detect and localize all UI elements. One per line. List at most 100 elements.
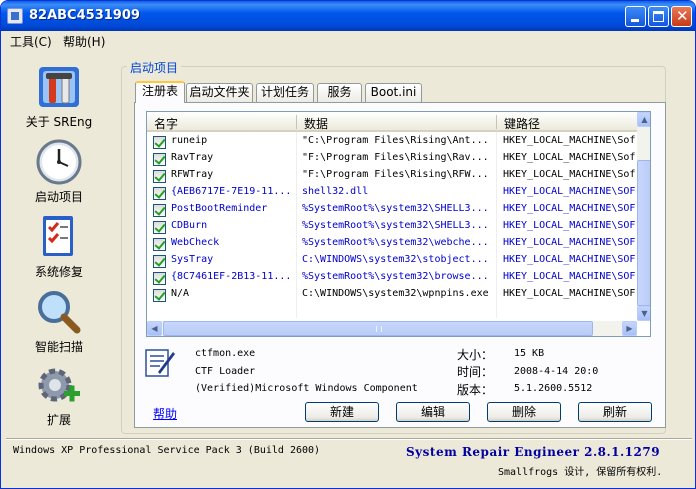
table-row[interactable]: CDBurn %SystemRoot%\system32\SHELL3... HKE… xyxy=(147,219,637,236)
nav-label-scan: 智能扫描 xyxy=(34,340,83,354)
close-button[interactable]: ✕ xyxy=(671,6,692,27)
checklist-icon xyxy=(43,216,73,256)
row-checkbox[interactable] xyxy=(153,204,166,217)
nav-item-about[interactable]: 关于 SREng xyxy=(9,63,109,129)
row-data: %SystemRoot%\system32\browse... xyxy=(302,271,489,282)
table-row[interactable]: {AEB6717E-7E19-11... shell32.dll HKEY_LOCA… xyxy=(147,185,637,202)
detail-version-label: 版本： xyxy=(457,383,494,397)
scroll-up-button[interactable]: ▲ xyxy=(637,112,650,127)
table-row[interactable]: {8C7461EF-2B13-11... %SystemRoot%\system3… xyxy=(147,270,637,287)
row-key-path: HKEY_LOCAL_MACHINE\SOF xyxy=(503,186,636,197)
delete-button[interactable]: 删除 xyxy=(487,402,561,422)
scroll-right-button[interactable]: ▶ xyxy=(622,321,637,336)
column-header-data[interactable]: 数据 xyxy=(304,115,328,132)
row-checkbox[interactable] xyxy=(153,187,166,200)
nav-item-extend[interactable]: 扩展 xyxy=(9,363,109,429)
row-checkbox[interactable] xyxy=(153,136,166,149)
row-name: RFWTray xyxy=(171,169,214,180)
close-icon: ✕ xyxy=(676,7,689,25)
scroll-left-button[interactable]: ◀ xyxy=(147,321,162,336)
ctf-loader-icon xyxy=(145,349,175,377)
row-checkbox[interactable] xyxy=(153,255,166,268)
table-row[interactable]: PostBootReminder %SystemRoot%\system32\SH… xyxy=(147,202,637,219)
nav-label-about: 关于 SREng xyxy=(25,115,93,129)
table-row[interactable]: RFWTray "F:\Program Files\Rising\RFW... HK… xyxy=(147,168,637,185)
row-name: PostBootReminder xyxy=(171,203,268,214)
minimize-icon xyxy=(631,19,639,22)
row-data: C:\WINDOWS\system32\wpnpins.exe xyxy=(302,288,489,299)
registry-list[interactable]: 名字 数据 键路径 runeip "C:\Program Files\Rising… xyxy=(146,111,651,337)
column-header-key[interactable]: 键路径 xyxy=(504,115,540,132)
row-checkbox[interactable] xyxy=(153,289,166,302)
detail-file-name: ctfmon.exe xyxy=(195,348,256,359)
nav-item-repair[interactable]: 系统修复 xyxy=(9,213,109,279)
group-title: 启动项目 xyxy=(127,59,182,76)
row-checkbox[interactable] xyxy=(153,170,166,183)
tab-services[interactable]: 服务 xyxy=(317,83,362,102)
row-checkbox[interactable] xyxy=(153,153,166,166)
gear-plus-icon xyxy=(38,368,80,402)
row-name: {AEB6717E-7E19-11... xyxy=(171,186,292,197)
tab-boot-ini[interactable]: Boot.ini xyxy=(365,83,422,102)
row-key-path: HKEY_LOCAL_MACHINE\Sof xyxy=(503,135,636,146)
tab-startup-folder[interactable]: 启动文件夹 xyxy=(186,83,253,102)
row-data: %SystemRoot%\system32\SHELL3... xyxy=(302,203,489,214)
vertical-scrollbar[interactable]: ▲ ▼ xyxy=(637,112,650,321)
list-header: 名字 数据 键路径 xyxy=(147,112,637,132)
row-data: "F:\Program Files\Rising\Rav... xyxy=(302,152,489,163)
clock-icon xyxy=(36,139,82,185)
app-version: System Repair Engineer 2.8.1.1279 xyxy=(406,445,661,459)
row-data: "F:\Program Files\Rising\RFW... xyxy=(302,169,489,180)
menu-help[interactable]: 帮助(H) xyxy=(63,33,105,50)
nav-label-extend: 扩展 xyxy=(46,413,71,427)
title-bar[interactable]: 82ABC4531909 ✕ xyxy=(1,1,695,31)
table-row[interactable]: runeip "C:\Program Files\Rising\Ant... HKE… xyxy=(147,134,637,151)
row-name: runeip xyxy=(171,135,208,146)
row-data: %SystemRoot%\system32\webche... xyxy=(302,237,489,248)
column-divider[interactable] xyxy=(296,115,297,129)
app-icon xyxy=(7,8,23,24)
row-data: %SystemRoot%\system32\SHELL3... xyxy=(302,220,489,231)
help-link[interactable]: 帮助 xyxy=(153,405,177,422)
window-title: 82ABC4531909 xyxy=(29,8,140,23)
column-divider[interactable] xyxy=(496,115,497,129)
row-key-path: HKEY_LOCAL_MACHINE\Sof xyxy=(503,152,636,163)
row-data: C:\WINDOWS\system32\stobject... xyxy=(302,254,489,265)
table-row[interactable]: N/A C:\WINDOWS\system32\wpnpins.exe HKEY_L… xyxy=(147,287,637,304)
detail-company: (Verified)Microsoft Windows Component xyxy=(195,383,418,394)
row-data: shell32.dll xyxy=(302,186,369,197)
table-row[interactable]: SysTray C:\WINDOWS\system32\stobject... HK… xyxy=(147,253,637,270)
detail-size-label: 大小： xyxy=(457,348,494,362)
detail-description: CTF Loader xyxy=(195,366,256,377)
row-checkbox[interactable] xyxy=(153,272,166,285)
table-row[interactable]: RavTray "F:\Program Files\Rising\Rav... HK… xyxy=(147,151,637,168)
row-key-path: HKEY_LOCAL_MACHINE\SOF xyxy=(503,237,636,248)
column-header-name[interactable]: 名字 xyxy=(154,115,178,132)
maximize-button[interactable] xyxy=(648,6,669,27)
tab-scheduled-tasks[interactable]: 计划任务 xyxy=(256,83,314,102)
nav-item-startup[interactable]: 启动项目 xyxy=(9,138,109,204)
nav-label-startup: 启动项目 xyxy=(34,190,83,204)
refresh-button[interactable]: 刷新 xyxy=(578,402,652,422)
tab-registry[interactable]: 注册表 xyxy=(135,81,185,103)
horizontal-scroll-thumb[interactable] xyxy=(163,321,593,336)
new-button[interactable]: 新建 xyxy=(305,402,379,422)
menu-tools[interactable]: 工具(C) xyxy=(10,33,52,50)
edit-button[interactable]: 编辑 xyxy=(396,402,470,422)
minimize-button[interactable] xyxy=(625,6,646,27)
os-info: Windows XP Professional Service Pack 3 (… xyxy=(13,445,321,456)
maximize-icon xyxy=(653,11,664,22)
row-name: SysTray xyxy=(171,254,214,265)
status-divider xyxy=(6,438,692,440)
copyright-text: Smallfrogs 设计, 保留所有权利. xyxy=(498,467,663,478)
menu-bar: 工具(C) 帮助(H) xyxy=(1,31,695,51)
row-checkbox[interactable] xyxy=(153,238,166,251)
row-key-path: HKEY_LOCAL_MACHINE\SOF xyxy=(503,288,636,299)
nav-item-scan[interactable]: 智能扫描 xyxy=(9,288,109,354)
scroll-down-button[interactable]: ▼ xyxy=(637,306,650,321)
vertical-scroll-thumb[interactable] xyxy=(637,160,650,306)
table-row[interactable]: WebCheck %SystemRoot%\system32\webche... H… xyxy=(147,236,637,253)
detail-size: 15 KB xyxy=(514,348,545,359)
horizontal-scrollbar[interactable]: ◀ ▶ xyxy=(147,321,637,336)
row-checkbox[interactable] xyxy=(153,221,166,234)
